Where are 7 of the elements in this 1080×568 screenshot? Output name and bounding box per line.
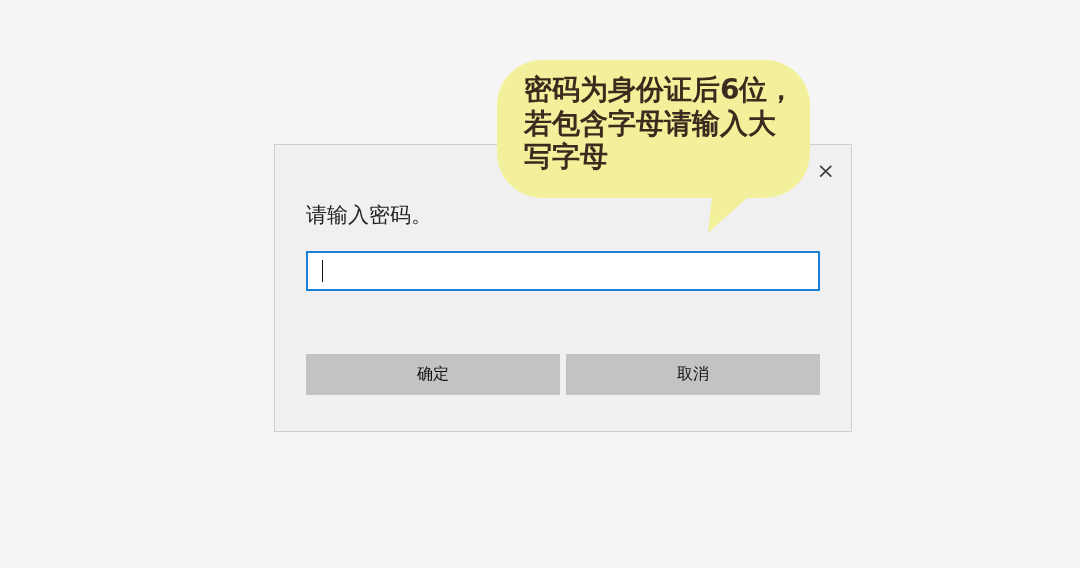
dialog-button[interactable]: 取消 — [566, 354, 820, 395]
close-button[interactable]: × — [816, 159, 835, 183]
speech-bubble: 密码为身份证后6位，若包含字母请输入大写字母 — [497, 60, 810, 235]
dialog-button[interactable]: 确定 — [306, 354, 560, 395]
prompt-text: 请输入密码。 — [306, 202, 432, 229]
text-cursor — [322, 260, 323, 282]
password-field[interactable] — [306, 251, 820, 291]
